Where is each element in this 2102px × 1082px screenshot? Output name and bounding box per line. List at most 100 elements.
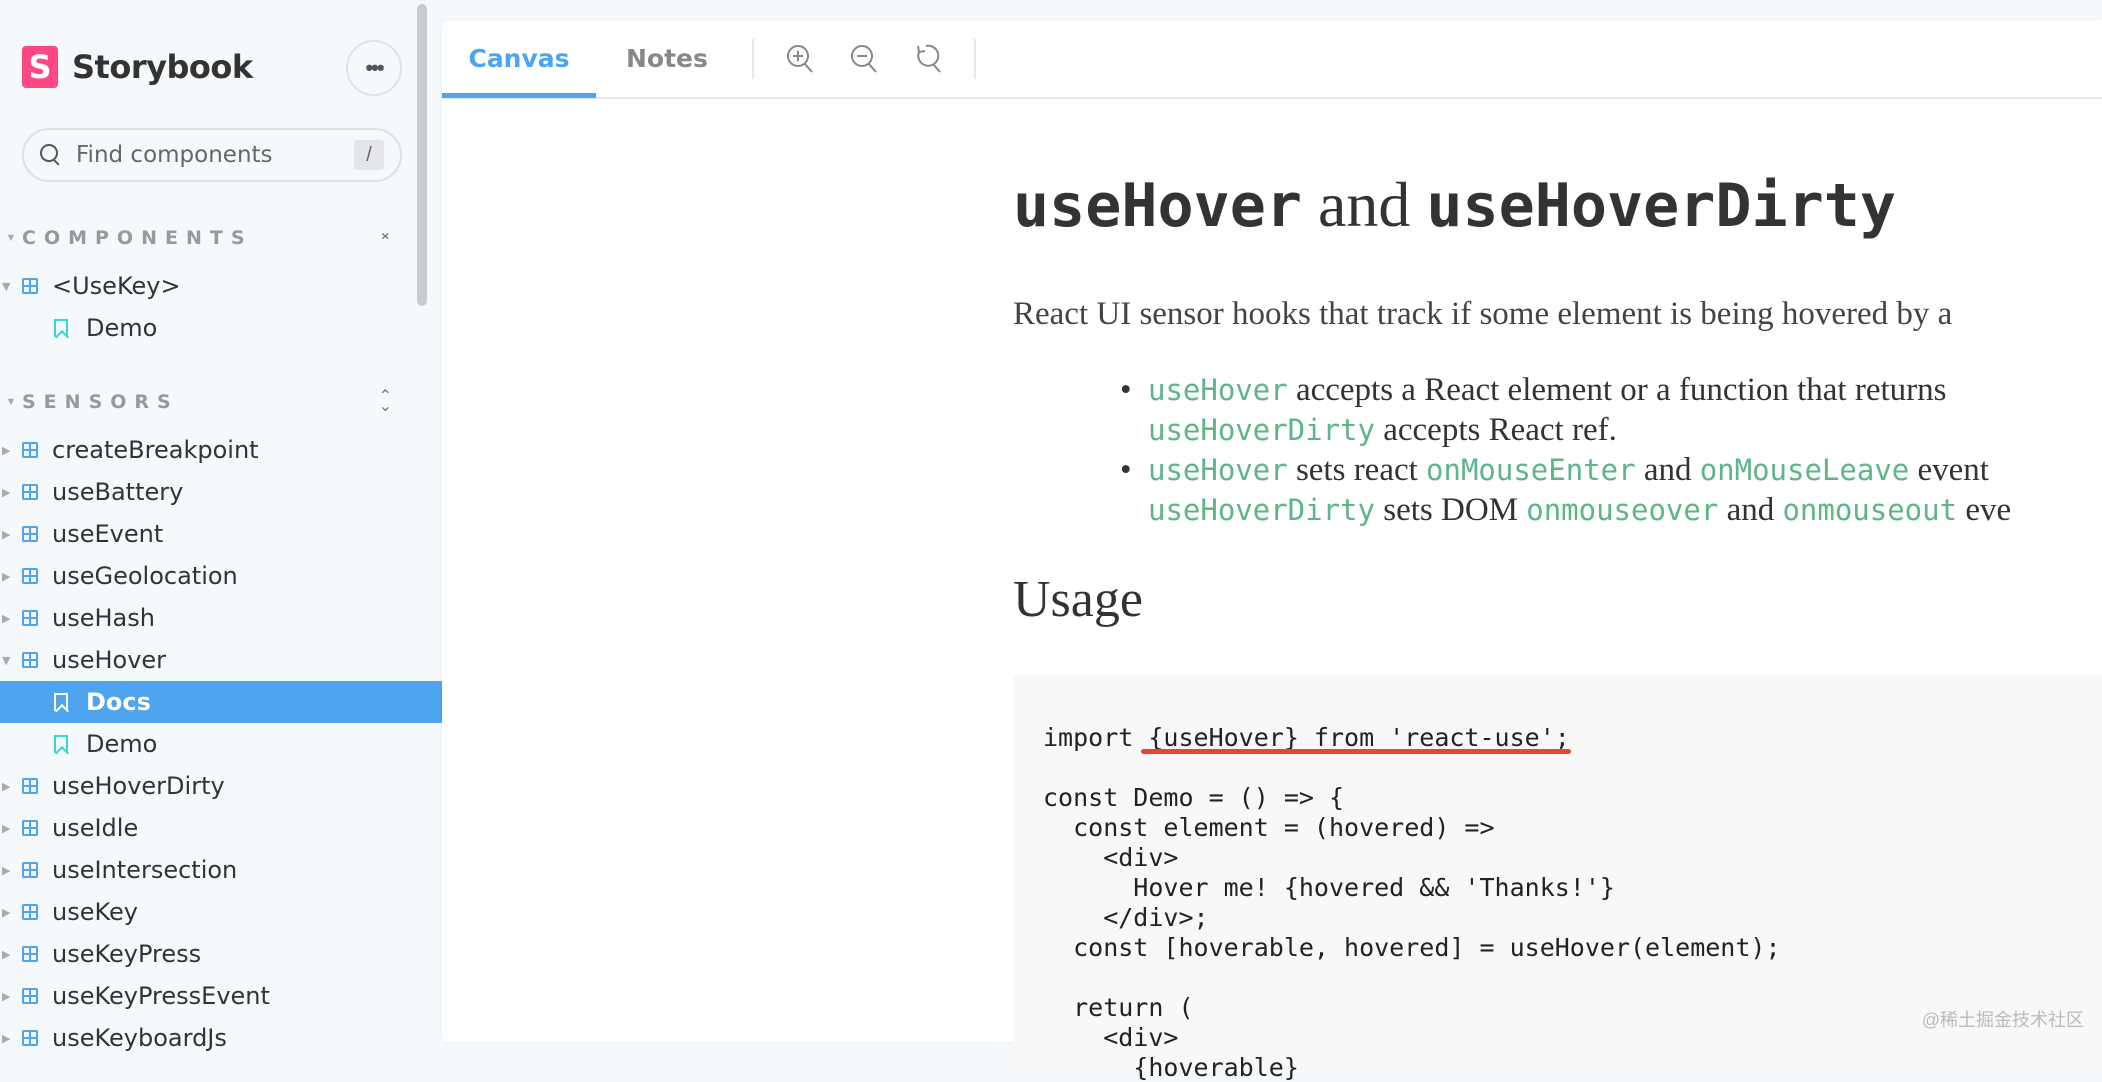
tree-item-component[interactable]: ▶ useEvent [0, 513, 442, 555]
tree-item-component[interactable]: ▶ useBattery [0, 471, 442, 513]
text: sets react [1287, 452, 1427, 488]
expand-icon[interactable]: ⌃ ⌄ [379, 389, 392, 415]
tree-item-demo-story[interactable]: Demo [0, 307, 442, 349]
tree-item-component[interactable]: ▶ useHash [0, 597, 442, 639]
tree-item-label: useHoverDirty [52, 772, 225, 800]
collapse-icon[interactable]: ⌄ ⌃ [379, 225, 392, 251]
tree-item-label: useKey [52, 898, 138, 926]
tree-item-component[interactable]: ▶ useHoverDirty [0, 765, 442, 807]
tree-item-component[interactable]: ▶ useKeyPressEvent [0, 975, 442, 1017]
text: eve [1957, 492, 2012, 528]
code-line: import {useHover} from 'react-use'; [1043, 723, 1570, 752]
divider [751, 38, 754, 79]
code-line: Hover me! {hovered && 'Thanks!'} [1043, 873, 1615, 902]
tree-item-label: Demo [86, 314, 158, 342]
tree-item-label: useIdle [52, 814, 139, 842]
component-icon [22, 988, 38, 1004]
tree-item-label: useEvent [52, 520, 164, 548]
tree-item-label: useKeyPress [52, 940, 202, 968]
tab-notes[interactable]: Notes [596, 19, 738, 98]
text: accepts React ref. [1374, 412, 1617, 448]
component-icon [22, 820, 38, 836]
tree-item-label: Docs [86, 688, 151, 716]
code-line: const Demo = () => { [1043, 783, 1345, 812]
search-input[interactable] [76, 142, 336, 168]
tree-item-label: <UseKey> [52, 272, 181, 300]
tree-item-component[interactable]: ▶ createBreakpoint [0, 429, 442, 471]
code-line: const element = (hovered) => [1043, 813, 1495, 842]
tree-item-label: useIntersection [52, 856, 238, 884]
component-icon [22, 904, 38, 920]
tree-item-component[interactable]: ▶ useKey [0, 891, 442, 933]
toolbar: Canvas Notes [442, 20, 2102, 99]
brand-name: Storybook [72, 48, 253, 86]
more-options-button[interactable]: ••• [346, 40, 402, 96]
tree-item-story[interactable]: Demo [0, 723, 442, 765]
sidebar-scrollbar[interactable] [417, 4, 427, 306]
component-icon [22, 1030, 38, 1046]
caret-right-icon: ▶ [2, 989, 11, 1003]
caret-right-icon: ▶ [2, 443, 11, 457]
search-box[interactable]: / [22, 128, 402, 182]
tree-item-label: useBattery [52, 478, 184, 506]
caret-down-icon: ▼ [2, 653, 11, 667]
caret-down-icon: ▼ [5, 232, 17, 244]
search-icon [40, 144, 62, 166]
lead-paragraph: React UI sensor hooks that track if some… [1013, 296, 1953, 332]
tree-item-usekey-component[interactable]: ▼ <UseKey> [0, 265, 442, 307]
inline-code: useHover [1148, 373, 1288, 407]
code-line: const [hoverable, hovered] = useHover(el… [1043, 933, 1781, 962]
inline-code: onMouseLeave [1699, 453, 1910, 487]
caret-right-icon: ▶ [2, 863, 11, 877]
tree-item-label: createBreakpoint [52, 436, 259, 464]
code-line: </div>; [1043, 903, 1209, 932]
page-title: useHover and useHoverDirty [1013, 168, 1896, 242]
list-item: useHover sets react onMouseEnter and onM… [1120, 450, 2012, 530]
tree-item-label: useHover [52, 646, 167, 674]
component-icon [22, 610, 38, 626]
tree-item-component[interactable]: ▶ useIntersection [0, 849, 442, 891]
zoom-out-icon[interactable] [843, 38, 885, 80]
caret-right-icon: ▶ [2, 905, 11, 919]
caret-right-icon: ▶ [2, 947, 11, 961]
component-icon [22, 526, 38, 542]
divider [973, 38, 976, 79]
section-title: COMPONENTS [22, 227, 253, 249]
component-icon [22, 652, 38, 668]
tree-item-component[interactable]: ▶ useKeyPress [0, 933, 442, 975]
sidebar: S Storybook ••• / ▼ COMPONENTS ⌄⌃ ▼ <Use… [0, 0, 442, 1052]
reset-zoom-icon[interactable] [907, 38, 949, 80]
tree-item-label: useKeyPressEvent [52, 982, 270, 1010]
storybook-logo-icon: S [22, 46, 58, 88]
text: and [1718, 492, 1783, 528]
caret-right-icon: ▶ [2, 527, 11, 541]
component-icon [22, 484, 38, 500]
text: and [1635, 452, 1700, 488]
code-line: return ( [1043, 993, 1194, 1022]
watermark: @稀土掘金技术社区 [1921, 1010, 2084, 1030]
section-sensors[interactable]: ▼ SENSORS ⌃ ⌄ [0, 382, 420, 422]
tree-item-component[interactable]: ▼ useHover [0, 639, 442, 681]
tree-item-story[interactable]: Docs [0, 681, 442, 723]
caret-right-icon: ▶ [2, 821, 11, 835]
section-components[interactable]: ▼ COMPONENTS ⌄ ⌃ [0, 218, 420, 258]
storybook-logo[interactable]: S Storybook [22, 46, 253, 88]
main-panel: Canvas Notes useHover and useHoverDirty … [442, 20, 2102, 1082]
tree-item-component[interactable]: ▶ useKeyboardJs [0, 1017, 442, 1059]
caret-down-icon: ▼ [2, 279, 11, 293]
tree-item-component[interactable]: ▶ useIdle [0, 807, 442, 849]
zoom-in-icon[interactable] [779, 38, 821, 80]
inline-code: useHoverDirty [1148, 413, 1375, 447]
bookmark-icon [54, 735, 68, 753]
component-icon [22, 778, 38, 794]
list-item: useHover accepts a React element or a fu… [1120, 370, 2011, 450]
component-icon [22, 442, 38, 458]
tab-canvas[interactable]: Canvas [442, 19, 596, 98]
inline-code: useHover [1148, 453, 1288, 487]
tree-item-label: useHash [52, 604, 155, 632]
text: sets DOM [1374, 492, 1527, 528]
tree-item-component[interactable]: ▶ useGeolocation [0, 555, 442, 597]
caret-right-icon: ▶ [2, 569, 11, 583]
text: event [1909, 452, 1989, 488]
inline-code: onmouseout [1782, 493, 1958, 527]
